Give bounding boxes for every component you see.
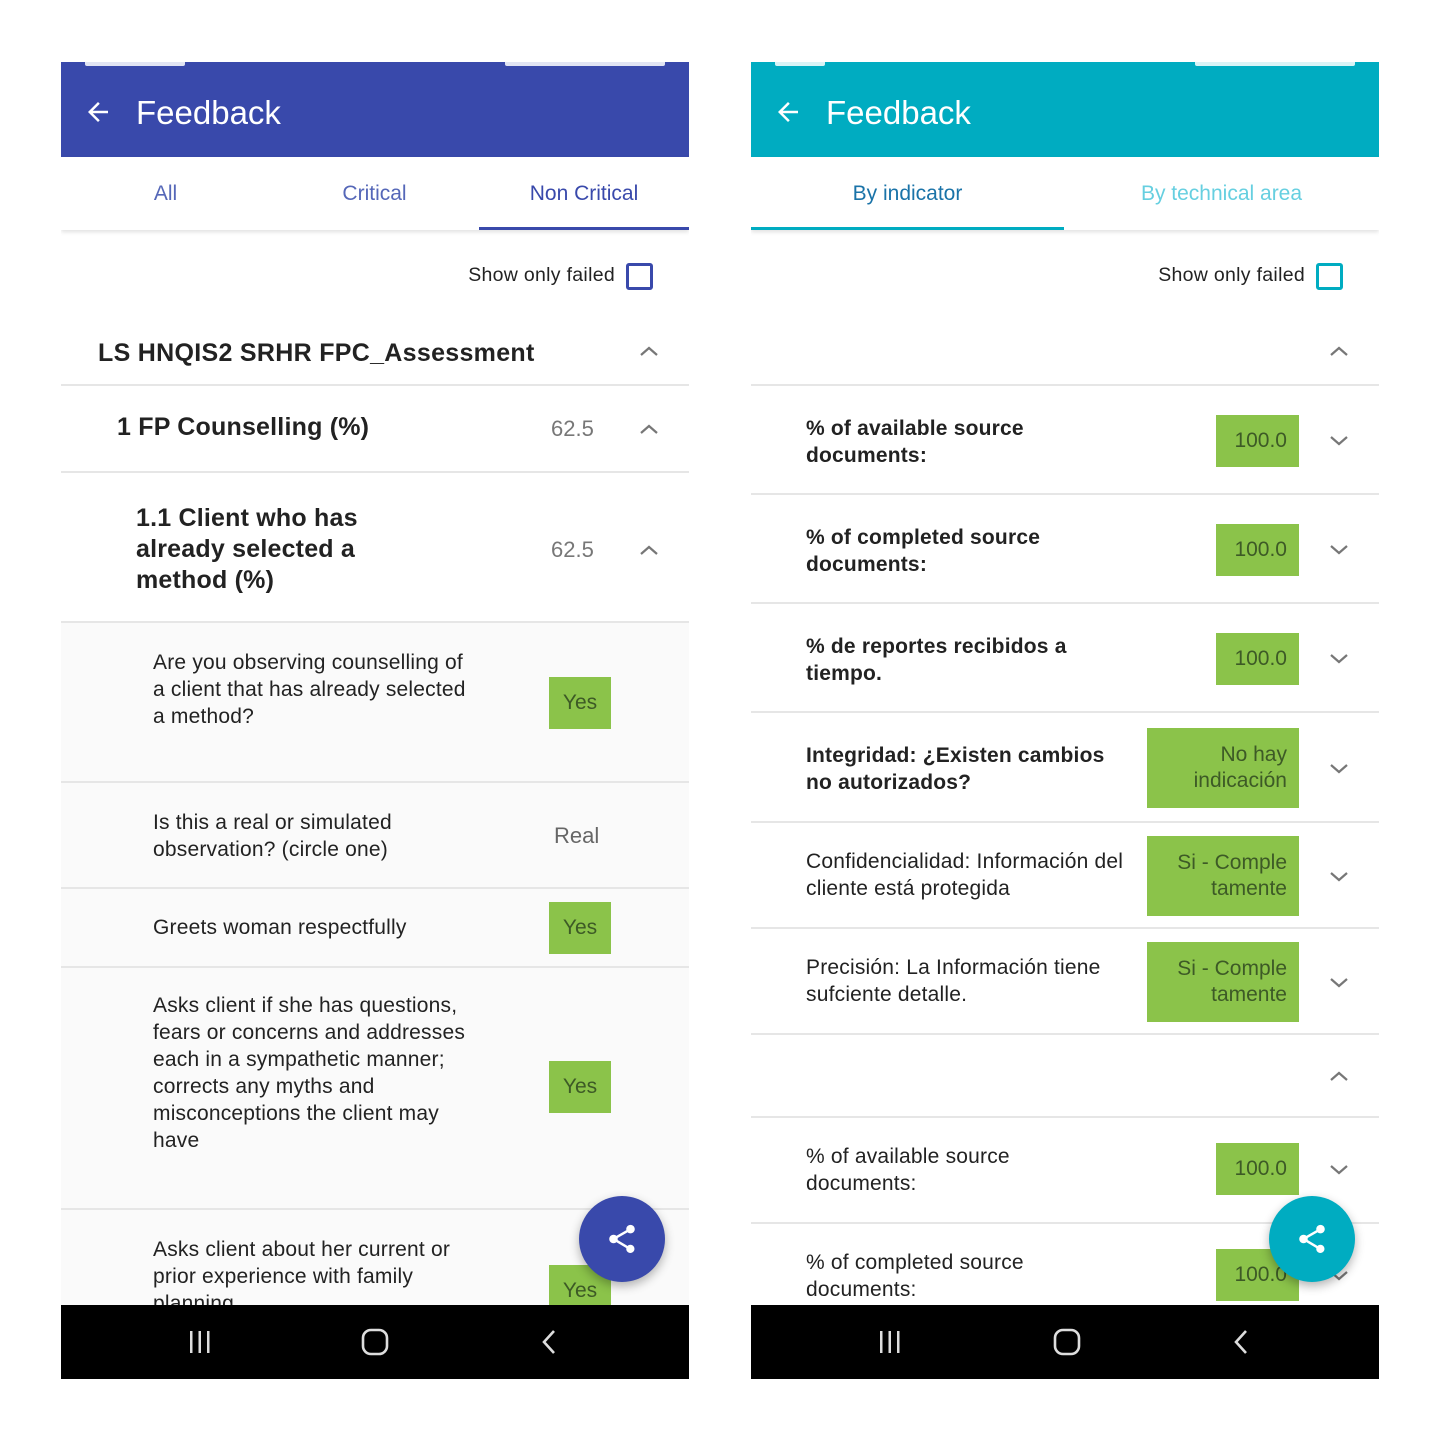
question-row[interactable]: Is this a real or simulated observation?… bbox=[61, 783, 689, 889]
indicator-value: 100.0 bbox=[1216, 415, 1299, 467]
arrow-left-icon[interactable] bbox=[83, 97, 113, 127]
chevron-down-icon bbox=[1330, 872, 1348, 882]
system-nav-bar bbox=[61, 1305, 689, 1379]
tab-label: By indicator bbox=[852, 182, 963, 205]
indicator-list[interactable]: Show only failed % of available source d… bbox=[751, 230, 1379, 1305]
home-icon[interactable] bbox=[360, 1327, 390, 1357]
indicator-value: 100.0 bbox=[1216, 524, 1299, 576]
tab-all[interactable]: All bbox=[61, 157, 270, 230]
indicator-row[interactable]: % of available source documents: 100.0 bbox=[751, 386, 1379, 495]
show-only-failed-checkbox[interactable] bbox=[626, 263, 653, 290]
answer-badge: Yes bbox=[549, 677, 611, 729]
chevron-up-icon bbox=[640, 545, 658, 555]
question-text: Asks client about her current or prior e… bbox=[153, 1238, 451, 1305]
chevron-down-icon bbox=[1330, 978, 1348, 988]
share-button[interactable] bbox=[1269, 1196, 1355, 1282]
app-bar: Feedback bbox=[61, 71, 689, 157]
tab-label: Critical bbox=[342, 182, 407, 205]
subsection-row[interactable]: 1.1 Client who has already selected a me… bbox=[61, 473, 689, 623]
chevron-up-icon bbox=[640, 346, 658, 356]
indicator-row[interactable]: Confidencialidad: Información del client… bbox=[751, 823, 1379, 929]
answer-badge: Yes bbox=[549, 1061, 611, 1113]
subsection-score: 62.5 bbox=[551, 537, 594, 562]
chevron-down-icon bbox=[1330, 545, 1348, 555]
chevron-up-icon bbox=[1330, 346, 1348, 356]
filter-row: Show only failed bbox=[61, 230, 689, 308]
assessment-header[interactable]: LS HNQIS2 SRHR FPC_Assessment bbox=[61, 308, 689, 386]
status-bar bbox=[61, 62, 689, 71]
system-nav-bar bbox=[751, 1305, 1379, 1379]
subsection-title: 1.1 Client who has already selected a me… bbox=[136, 504, 358, 594]
show-only-failed-label: Show only failed bbox=[1158, 264, 1305, 286]
app-bar: Feedback bbox=[751, 71, 1379, 157]
nav-back-icon[interactable] bbox=[1227, 1327, 1257, 1357]
question-text: Greets woman respectfully bbox=[153, 916, 407, 939]
question-row[interactable]: Greets woman respectfully Yes bbox=[61, 889, 689, 968]
indicator-label: Precisión: La Información tiene sufcient… bbox=[806, 956, 1101, 1006]
recent-apps-icon[interactable] bbox=[185, 1327, 215, 1357]
tab-label: By technical area bbox=[1140, 182, 1303, 205]
question-row[interactable]: Asks client if she has questions, fears … bbox=[61, 968, 689, 1210]
tab-bar: All Critical Non Critical bbox=[61, 157, 689, 230]
question-text: Is this a real or simulated observation?… bbox=[153, 811, 392, 861]
chevron-up-icon bbox=[1330, 1071, 1348, 1081]
phone-screen-left: Feedback All Critical Non Critical Show … bbox=[61, 62, 689, 1379]
status-bar bbox=[751, 62, 1379, 71]
question-text: Are you observing counselling of a clien… bbox=[153, 651, 466, 728]
feedback-list[interactable]: Show only failed LS HNQIS2 SRHR FPC_Asse… bbox=[61, 230, 689, 1305]
indicator-label: % of available source documents: bbox=[806, 1145, 1010, 1195]
show-only-failed-label: Show only failed bbox=[468, 264, 615, 286]
indicator-label: % de reportes recibidos a tiempo. bbox=[806, 635, 1067, 685]
chevron-down-icon bbox=[1330, 654, 1348, 664]
tab-non-critical[interactable]: Non Critical bbox=[479, 157, 689, 230]
section-title: 1 FP Counselling (%) bbox=[117, 413, 370, 441]
indicator-value: Si - Comple tamente bbox=[1147, 942, 1299, 1022]
chevron-down-icon bbox=[1330, 436, 1348, 446]
indicator-row[interactable]: Precisión: La Información tiene sufcient… bbox=[751, 929, 1379, 1035]
question-row[interactable]: Are you observing counselling of a clien… bbox=[61, 623, 689, 783]
question-text: Asks client if she has questions, fears … bbox=[153, 994, 466, 1152]
indicator-value: 100.0 bbox=[1216, 1143, 1299, 1195]
chevron-down-icon bbox=[1330, 764, 1348, 774]
indicator-label: % of completed source documents: bbox=[806, 1251, 1024, 1301]
answer-badge: Yes bbox=[549, 902, 611, 954]
recent-apps-icon[interactable] bbox=[875, 1327, 905, 1357]
indicator-label: % of available source documents: bbox=[806, 417, 1024, 467]
tab-by-technical-area[interactable]: By technical area bbox=[1064, 157, 1379, 230]
indicator-label: Confidencialidad: Información del client… bbox=[806, 850, 1124, 900]
tab-critical[interactable]: Critical bbox=[270, 157, 479, 230]
indicator-row[interactable]: % de reportes recibidos a tiempo. 100.0 bbox=[751, 604, 1379, 713]
indicator-label: % of completed source documents: bbox=[806, 526, 1041, 576]
phone-screen-right: Feedback By indicator By technical area … bbox=[751, 62, 1379, 1379]
share-icon bbox=[609, 1224, 635, 1254]
page-title: Feedback bbox=[826, 94, 971, 131]
share-icon bbox=[1299, 1224, 1325, 1254]
answer-value: Real bbox=[554, 823, 600, 848]
indicator-label: Integridad: ¿Existen cambios no autoriza… bbox=[806, 744, 1105, 794]
tab-label: All bbox=[153, 182, 178, 205]
filter-row: Show only failed bbox=[751, 230, 1379, 308]
arrow-left-icon[interactable] bbox=[773, 97, 803, 127]
indicator-value: No hay indicación bbox=[1147, 728, 1299, 808]
group-header[interactable] bbox=[751, 1035, 1379, 1118]
share-button[interactable] bbox=[579, 1196, 665, 1282]
home-icon[interactable] bbox=[1052, 1327, 1082, 1357]
indicator-value: 100.0 bbox=[1216, 633, 1299, 685]
tab-by-indicator[interactable]: By indicator bbox=[751, 157, 1064, 230]
show-only-failed-checkbox[interactable] bbox=[1316, 263, 1343, 290]
assessment-title: LS HNQIS2 SRHR FPC_Assessment bbox=[98, 339, 535, 367]
indicator-row[interactable]: % of completed source documents: 100.0 bbox=[751, 495, 1379, 604]
section-score: 62.5 bbox=[551, 416, 594, 441]
page-title: Feedback bbox=[136, 94, 281, 131]
indicator-value: Si - Comple tamente bbox=[1147, 836, 1299, 916]
nav-back-icon[interactable] bbox=[535, 1327, 565, 1357]
indicator-row[interactable]: Integridad: ¿Existen cambios no autoriza… bbox=[751, 713, 1379, 823]
tab-bar: By indicator By technical area bbox=[751, 157, 1379, 230]
chevron-up-icon bbox=[640, 424, 658, 434]
tab-label: Non Critical bbox=[529, 182, 639, 205]
group-header[interactable] bbox=[751, 308, 1379, 386]
chevron-down-icon bbox=[1330, 1165, 1348, 1175]
section-row[interactable]: 1 FP Counselling (%) 62.5 bbox=[61, 386, 689, 473]
